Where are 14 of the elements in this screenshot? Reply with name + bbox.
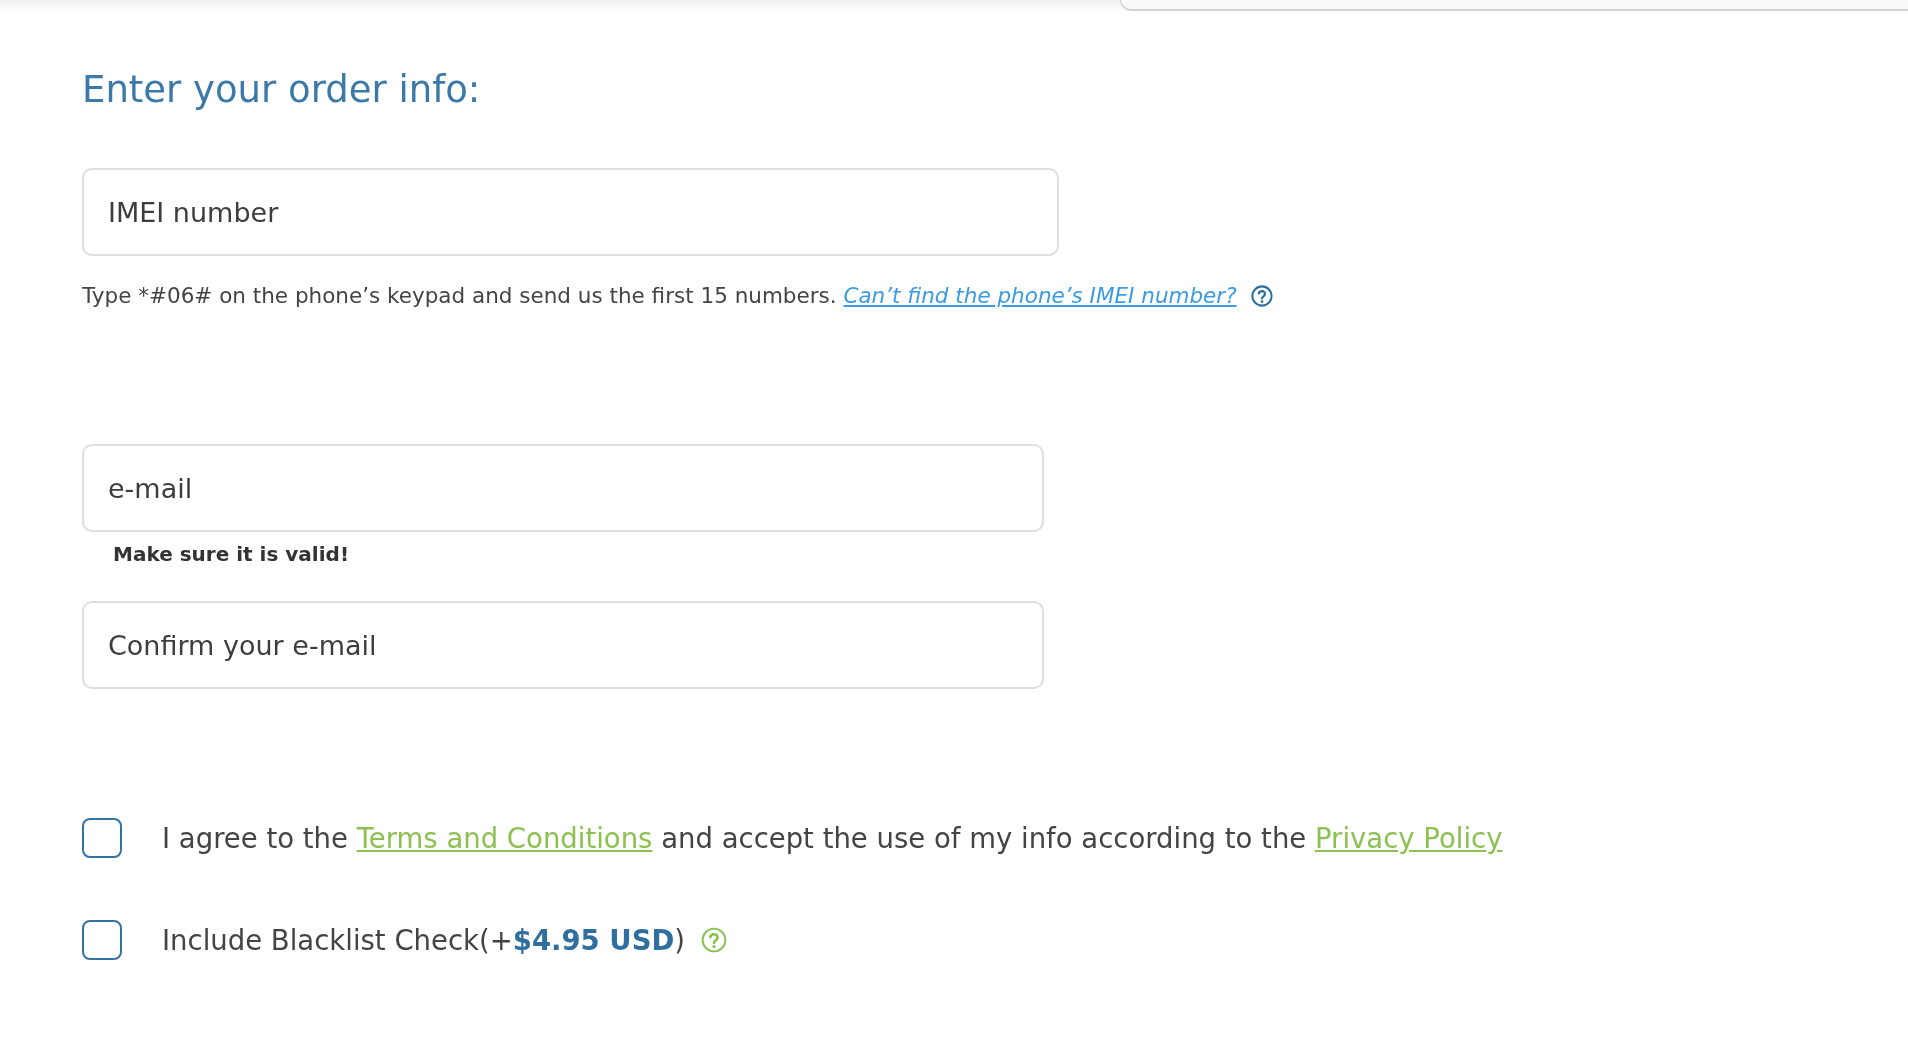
checkbox-label: I agree to the Terms and Conditions and accept the use of my info according to the Privacy Policy: [162, 821, 1503, 856]
confirm-email-field[interactable]: Confirm your e-mail: [82, 601, 1044, 689]
field-note: Make sure it is valid!: [113, 541, 349, 567]
text-link[interactable]: Privacy Policy: [1315, 822, 1503, 854]
hint-text: Type *#06# on the phone’s keypad and send us the first 15 numbers. Can’t find the phone’s IMEI number?: [82, 281, 1273, 311]
help-link[interactable]: Can’t find the phone’s IMEI number?: [843, 283, 1237, 308]
text-link[interactable]: Terms and Conditions: [356, 822, 653, 854]
help-icon[interactable]: [1250, 285, 1273, 307]
checkbox[interactable]: [82, 920, 122, 960]
imei-field[interactable]: IMEI number: [82, 168, 1059, 256]
checkbox-label: Include Blacklist Check(+$4.95 USD): [162, 923, 685, 958]
checkbox[interactable]: [82, 818, 122, 858]
form-heading: Enter your order info:: [82, 67, 481, 113]
email-field[interactable]: e-mail: [82, 444, 1044, 532]
